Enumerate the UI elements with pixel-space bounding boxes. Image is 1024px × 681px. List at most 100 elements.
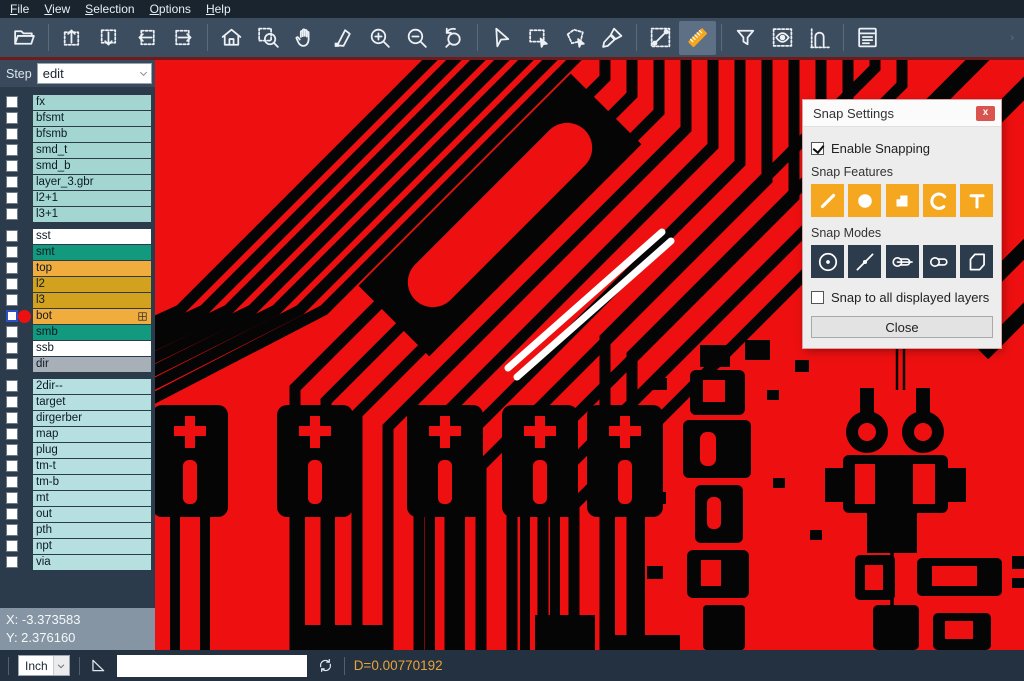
layer-visibility-checkbox[interactable] [6,192,18,204]
layer-label[interactable]: fx [33,95,151,110]
layer-label[interactable]: out [33,507,151,522]
layer-visibility-checkbox[interactable] [6,96,18,108]
layer-label[interactable]: smd_b [33,159,151,174]
layer-label[interactable]: tm-t [33,459,151,474]
layer-label[interactable]: dirgerber [33,411,151,426]
layer-label[interactable]: bfsmb [33,127,151,142]
menu-view[interactable]: View [44,2,70,16]
layer-visibility-checkbox[interactable] [6,160,18,172]
paint-brush-button[interactable] [594,21,631,55]
select-polygon-button[interactable] [557,21,594,55]
zoom-dynamic-button[interactable] [324,21,361,55]
layer-label[interactable]: smd_t [33,143,151,158]
layer-visibility-checkbox[interactable] [6,310,18,322]
layer-label[interactable]: bot [33,309,151,324]
layer-label[interactable]: map [33,427,151,442]
layer-label[interactable]: sst [33,229,151,244]
net-trace-button[interactable] [801,21,838,55]
layer-visibility-checkbox[interactable] [6,358,18,370]
dialog-titlebar[interactable]: Snap Settings x [803,100,1001,127]
zoom-window-button[interactable] [250,21,287,55]
snap-point-on-line-button[interactable] [848,245,881,278]
sync-icon[interactable] [316,656,335,675]
layer-label[interactable]: pth [33,523,151,538]
layer-label[interactable]: target [33,395,151,410]
zoom-in-button[interactable] [361,21,398,55]
layer-visibility-checkbox[interactable] [6,508,18,520]
layer-visibility-checkbox[interactable] [6,246,18,258]
layer-visibility-checkbox[interactable] [6,342,18,354]
layer-visibility-checkbox[interactable] [6,540,18,552]
zoom-out-button[interactable] [398,21,435,55]
menu-selection[interactable]: Selection [85,2,134,16]
menu-file[interactable]: File [10,2,29,16]
pan-right-button[interactable] [165,21,202,55]
layer-label[interactable]: ssb [33,341,151,356]
menu-help[interactable]: Help [206,2,231,16]
layer-label[interactable]: l2+1 [33,191,151,206]
layer-visibility-checkbox[interactable] [6,208,18,220]
layer-visibility-checkbox[interactable] [6,144,18,156]
layer-visibility-checkbox[interactable] [6,326,18,338]
select-rectangle-button[interactable] [520,21,557,55]
layer-label[interactable]: npt [33,539,151,554]
snap-slot-center-button[interactable] [886,245,919,278]
unit-select[interactable]: Inch [18,655,70,676]
pan-left-button[interactable] [128,21,165,55]
layer-visibility-checkbox[interactable] [6,230,18,242]
snap-all-layers-checkbox[interactable] [811,291,824,304]
filter-button[interactable] [727,21,764,55]
layer-visibility-checkbox[interactable] [6,492,18,504]
snap-circle-button[interactable] [848,184,881,217]
layer-visibility-checkbox[interactable] [6,460,18,472]
layer-label[interactable]: top [33,261,151,276]
step-select[interactable]: edit [37,63,152,84]
grid-icon[interactable] [138,312,147,321]
open-folder-button[interactable] [6,21,43,55]
select-arrow-button[interactable] [483,21,520,55]
layer-label[interactable]: bfsmt [33,111,151,126]
layer-label[interactable]: plug [33,443,151,458]
layer-visibility-checkbox[interactable] [6,380,18,392]
layer-label[interactable]: smb [33,325,151,340]
layer-visibility-checkbox[interactable] [6,128,18,140]
layer-visibility-checkbox[interactable] [6,524,18,536]
layer-label[interactable]: dir [33,357,151,372]
ruler-button[interactable] [679,21,716,55]
enable-snapping-checkbox[interactable] [811,142,824,155]
layer-label[interactable]: layer_3.gbr [33,175,151,190]
layer-visibility-checkbox[interactable] [6,262,18,274]
snap-arc-button[interactable] [923,184,956,217]
snap-text-button[interactable] [960,184,993,217]
pan-up-button[interactable] [54,21,91,55]
home-view-button[interactable] [213,21,250,55]
layer-visibility-checkbox[interactable] [6,176,18,188]
toolbar-overflow-icon[interactable]: › [1010,32,1018,44]
layer-visibility-checkbox[interactable] [6,412,18,424]
pan-down-button[interactable] [91,21,128,55]
layer-visibility-checkbox[interactable] [6,278,18,290]
layer-label[interactable]: l3 [33,293,151,308]
layer-visibility-checkbox[interactable] [6,428,18,440]
layer-label[interactable]: smt [33,245,151,260]
snap-line-button[interactable] [811,184,844,217]
layer-label[interactable]: tm-b [33,475,151,490]
view-options-button[interactable] [764,21,801,55]
close-button[interactable]: Close [811,316,993,338]
report-list-button[interactable] [849,21,886,55]
angle-icon[interactable] [89,656,108,675]
layer-label[interactable]: mt [33,491,151,506]
zoom-previous-button[interactable] [435,21,472,55]
layer-label[interactable]: via [33,555,151,570]
layer-visibility-checkbox[interactable] [6,112,18,124]
measure-distance-button[interactable] [642,21,679,55]
menu-options[interactable]: Options [150,2,191,16]
close-icon[interactable]: x [976,106,995,121]
layer-visibility-checkbox[interactable] [6,294,18,306]
layer-label[interactable]: l3+1 [33,207,151,222]
snap-center-button[interactable] [811,245,844,278]
layer-label[interactable]: 2dir-- [33,379,151,394]
snap-slot-button[interactable] [923,245,956,278]
layer-visibility-checkbox[interactable] [6,396,18,408]
layer-visibility-checkbox[interactable] [6,444,18,456]
